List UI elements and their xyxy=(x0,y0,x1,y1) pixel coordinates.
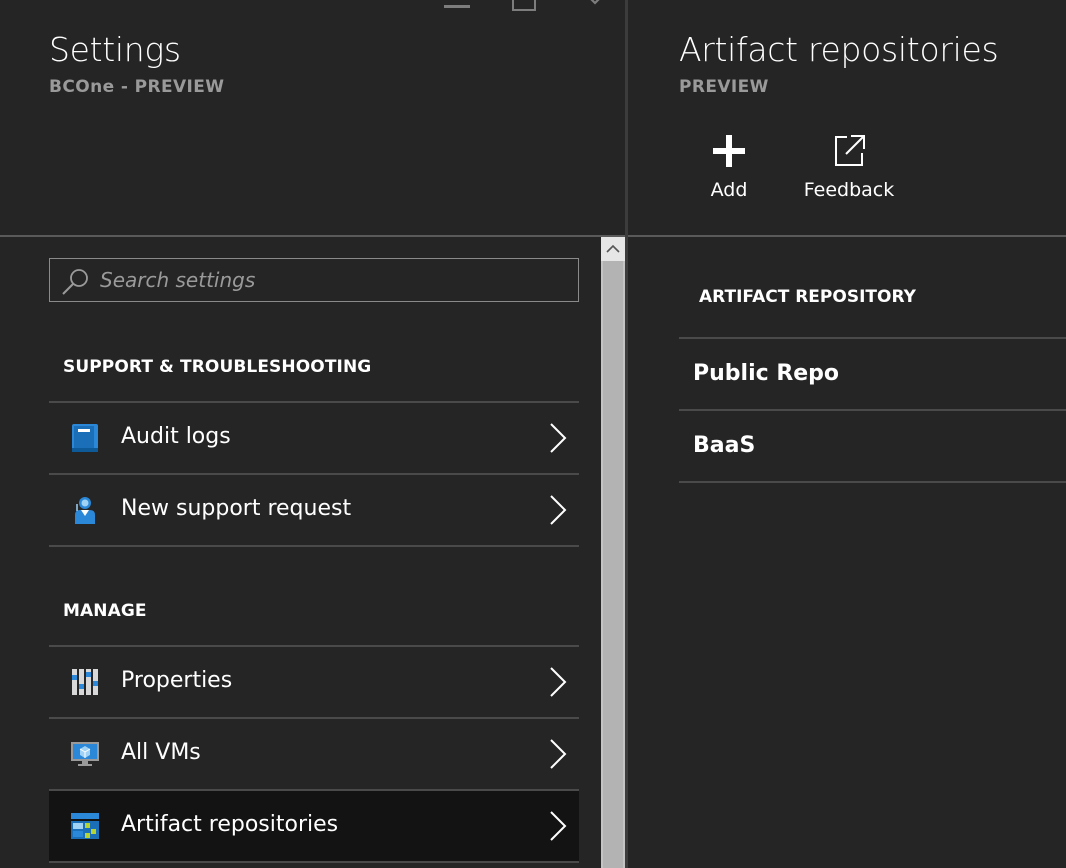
search-box[interactable] xyxy=(49,258,579,302)
all-vms-icon xyxy=(71,742,99,766)
chevron-right-icon xyxy=(550,811,567,841)
artifact-blade-title: Artifact repositories xyxy=(679,30,999,69)
minimize-button[interactable] xyxy=(444,5,470,8)
blade-separator xyxy=(625,0,628,868)
search-input[interactable] xyxy=(100,266,560,294)
nav-item-label: New support request xyxy=(121,496,352,521)
chevron-right-icon xyxy=(550,667,567,697)
divider xyxy=(49,545,579,547)
audit-logs-icon xyxy=(72,424,98,452)
properties-icon xyxy=(72,669,98,695)
nav-item-properties[interactable]: Properties xyxy=(49,647,579,717)
nav-item-label: All VMs xyxy=(121,740,201,765)
chevron-right-icon xyxy=(550,495,567,525)
nav-item-label: Properties xyxy=(121,668,233,693)
section-header-support: SUPPORT & TROUBLESHOOTING xyxy=(63,357,372,377)
nav-item-new-support-request[interactable]: New support request xyxy=(49,475,579,545)
chevron-right-icon xyxy=(550,739,567,769)
repo-name: Public Repo xyxy=(693,361,840,386)
repo-name: BaaS xyxy=(693,433,756,458)
chevron-up-icon xyxy=(606,244,620,253)
feedback-button-label: Feedback xyxy=(803,179,895,201)
nav-item-audit-logs[interactable]: Audit logs xyxy=(49,403,579,473)
plus-icon xyxy=(713,135,745,167)
chevron-right-icon xyxy=(550,423,567,453)
external-link-icon xyxy=(835,135,865,166)
maximize-button[interactable] xyxy=(512,0,536,11)
scrollbar-thumb[interactable] xyxy=(603,261,623,868)
settings-blade-subtitle: BCOne - PREVIEW xyxy=(49,77,225,97)
add-button[interactable]: Add xyxy=(674,133,784,201)
settings-blade-title: Settings xyxy=(49,30,181,69)
support-request-icon xyxy=(75,497,95,524)
artifact-repositories-icon xyxy=(71,813,99,839)
scroll-up-button[interactable] xyxy=(601,237,625,261)
column-header-artifact-repository: ARTIFACT REPOSITORY xyxy=(699,287,916,307)
nav-item-label: Audit logs xyxy=(121,424,231,449)
close-icon[interactable] xyxy=(582,0,608,14)
table-row[interactable]: BaaS xyxy=(679,411,1066,481)
nav-item-all-vms[interactable]: All VMs xyxy=(49,719,579,789)
divider xyxy=(679,481,1066,483)
artifact-header-divider xyxy=(628,235,1066,237)
settings-header-divider xyxy=(0,235,625,237)
divider xyxy=(49,861,579,863)
table-row[interactable]: Public Repo xyxy=(679,339,1066,409)
nav-item-label: Artifact repositories xyxy=(121,812,339,837)
feedback-button[interactable]: Feedback xyxy=(794,133,904,201)
nav-item-artifact-repositories[interactable]: Artifact repositories xyxy=(49,791,579,861)
search-icon xyxy=(62,269,88,295)
artifact-blade-subtitle: PREVIEW xyxy=(679,77,769,97)
section-header-manage: MANAGE xyxy=(63,601,147,621)
add-button-label: Add xyxy=(710,179,748,201)
